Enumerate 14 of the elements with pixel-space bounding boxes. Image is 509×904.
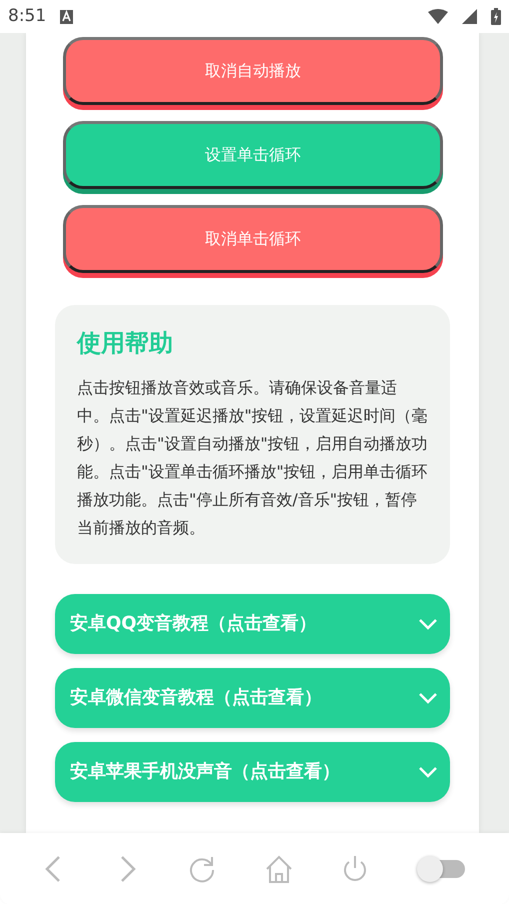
help-title: 使用帮助: [77, 329, 174, 358]
toggle-switch[interactable]: [416, 854, 465, 882]
help-text: 点击按钮播放音效或音乐。请确保设备音量适中。点击"设置延迟播放"按钮，设置延迟时间（毫秒）。点击"设置自动播放"按钮，启用自动播放功能。点击"设置单击循环播放"按钮，启用单击循环播放功能。点击"停止所有音效/音乐"按钮，暂停当前播放的音频。: [77, 376, 428, 539]
signal-icon: [462, 9, 477, 24]
reload-button[interactable]: [188, 854, 216, 882]
keyboard-icon: [60, 10, 74, 24]
wifi-icon: [428, 9, 448, 24]
accordion-header[interactable]: 安卓QQ变音教程（点击查看）: [55, 594, 450, 654]
battery-icon: [491, 8, 501, 25]
accordion-header[interactable]: 安卓苹果手机没声音（点击查看）: [55, 742, 450, 802]
status-time: 8:51: [8, 4, 46, 28]
power-button[interactable]: [342, 854, 368, 882]
accordion-header[interactable]: 安卓微信变音教程（点击查看）: [55, 668, 450, 728]
home-button[interactable]: [264, 854, 293, 882]
